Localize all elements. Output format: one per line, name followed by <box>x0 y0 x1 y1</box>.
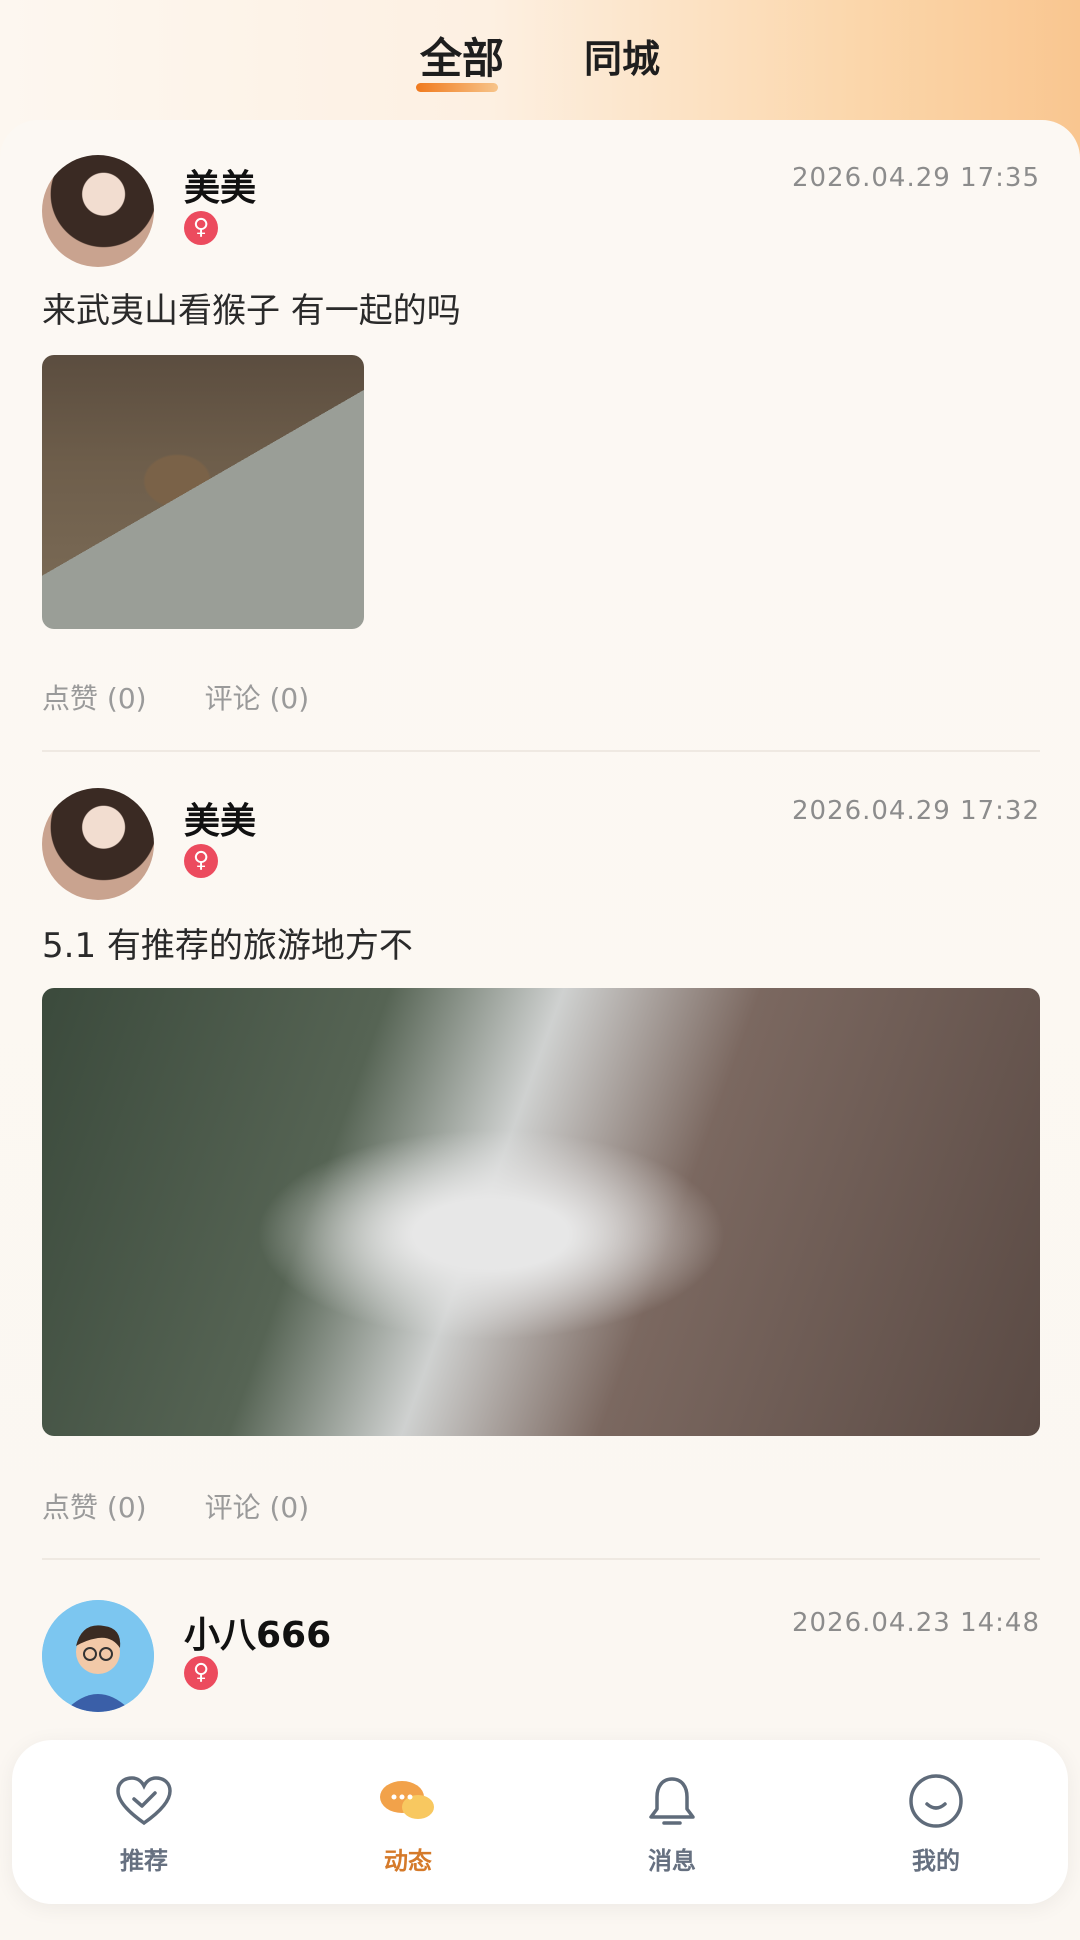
nav-item-messages[interactable]: 消息 <box>572 1769 772 1876</box>
username[interactable]: 美美 <box>184 792 256 844</box>
tab-same-city[interactable]: 同城 <box>584 28 660 83</box>
username[interactable]: 美美 <box>184 159 256 211</box>
post-actions: 点赞 (0) 评论 (0) <box>42 677 309 717</box>
post-image[interactable] <box>42 355 364 629</box>
post-item: 小八666 ♀ 2026.04.23 14:48 <box>42 1600 1040 1712</box>
heart-check-icon <box>44 1769 244 1833</box>
post-time: 2026.04.23 14:48 <box>791 1608 1040 1638</box>
female-gender-icon: ♀ <box>184 211 218 245</box>
nav-label: 推荐 <box>120 1846 168 1875</box>
post-time: 2026.04.29 17:32 <box>791 796 1040 826</box>
like-button[interactable]: 点赞 (0) <box>42 677 147 717</box>
post-image[interactable] <box>42 988 1040 1436</box>
post-content: 5.1 有推荐的旅游地方不 <box>42 926 413 966</box>
nav-item-mine[interactable]: 我的 <box>836 1769 1036 1876</box>
nav-item-recommend[interactable]: 推荐 <box>44 1769 244 1876</box>
feed-tabs: 全部 同城 <box>0 0 1080 110</box>
comment-button[interactable]: 评论 (0) <box>205 677 310 717</box>
post-actions: 点赞 (0) 评论 (0) <box>42 1486 309 1526</box>
post-content: 来武夷山看猴子 有一起的吗 <box>42 291 461 331</box>
like-button[interactable]: 点赞 (0) <box>42 1486 147 1526</box>
nav-label: 动态 <box>384 1846 432 1875</box>
smile-icon <box>836 1769 1036 1833</box>
post-divider <box>42 750 1040 752</box>
username[interactable]: 小八666 <box>184 1606 331 1658</box>
avatar[interactable] <box>42 155 154 267</box>
nav-label: 我的 <box>912 1846 960 1875</box>
avatar-illustration <box>42 1600 154 1712</box>
tab-all[interactable]: 全部 <box>415 25 504 92</box>
female-gender-icon: ♀ <box>184 844 218 878</box>
female-gender-icon: ♀ <box>184 1656 218 1690</box>
bottom-nav: 推荐 动态 消息 我的 <box>12 1740 1068 1904</box>
bell-icon <box>572 1769 772 1833</box>
avatar[interactable] <box>42 788 154 900</box>
chat-bubble-icon <box>308 1769 508 1833</box>
nav-label: 消息 <box>648 1846 696 1875</box>
post-time: 2026.04.29 17:35 <box>791 163 1040 193</box>
post-divider <box>42 1558 1040 1560</box>
post-item: 美美 ♀ 2026.04.29 17:32 5.1 有推荐的旅游地方不 点赞 (… <box>42 788 1040 1528</box>
post-item: 美美 ♀ 2026.04.29 17:35 来武夷山看猴子 有一起的吗 点赞 (… <box>42 155 1040 725</box>
comment-button[interactable]: 评论 (0) <box>205 1486 310 1526</box>
nav-item-moments[interactable]: 动态 <box>308 1769 508 1876</box>
avatar[interactable] <box>42 1600 154 1712</box>
